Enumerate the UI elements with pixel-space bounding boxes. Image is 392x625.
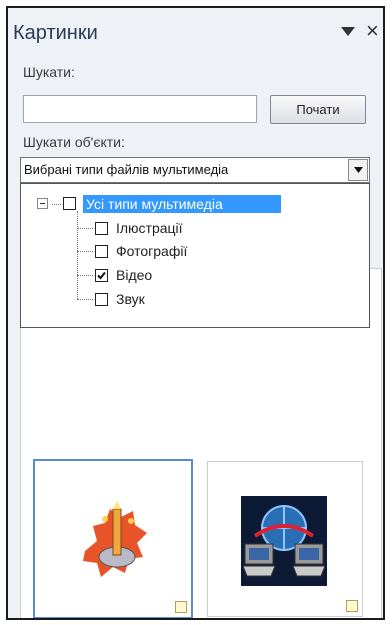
- tree-connector: [77, 211, 78, 299]
- chevron-down-icon: [354, 167, 363, 173]
- result-thumbnail[interactable]: [207, 461, 363, 617]
- tree-item-photos[interactable]: Фотографії: [116, 242, 187, 260]
- clipart-illustration-icon: [83, 501, 147, 577]
- chevron-down-icon[interactable]: [341, 24, 355, 42]
- tree-item-all-media[interactable]: Усі типи мультимедіа: [83, 195, 281, 213]
- checkbox-video[interactable]: [95, 269, 108, 282]
- search-input[interactable]: [23, 95, 257, 123]
- checkbox-illustrations[interactable]: [95, 222, 108, 235]
- collapse-icon[interactable]: [37, 198, 48, 209]
- tree-item-illustrations[interactable]: Ілюстрації: [116, 219, 183, 237]
- checkbox-all-media[interactable]: [63, 197, 76, 210]
- go-button[interactable]: Почати: [270, 95, 366, 124]
- tree-connector: [77, 275, 93, 276]
- tree-item-video[interactable]: Відео: [116, 266, 152, 284]
- tree-connector: [77, 299, 93, 300]
- check-icon: [97, 271, 106, 280]
- network-computers-icon: [241, 496, 327, 586]
- search-objects-label: Шукати об'єкти:: [23, 134, 125, 150]
- checkbox-sound[interactable]: [95, 293, 108, 306]
- checkbox-photos[interactable]: [95, 245, 108, 258]
- star-icon: [346, 600, 358, 612]
- search-label: Шукати:: [23, 64, 75, 80]
- pane-title: Картинки: [13, 22, 98, 44]
- result-thumbnail[interactable]: [33, 459, 193, 618]
- combo-dropdown-button[interactable]: [348, 159, 368, 181]
- tree-connector: [77, 251, 93, 252]
- media-type-dropdown: Усі типи мультимедіа Ілюстрації Фотограф…: [20, 183, 370, 328]
- combo-value: Вибрані типи файлів мультимедіа: [24, 162, 229, 177]
- close-icon[interactable]: ×: [366, 18, 379, 44]
- media-type-combo[interactable]: Вибрані типи файлів мультимедіа: [20, 157, 370, 183]
- tree-connector: [52, 204, 61, 205]
- clipart-task-pane: Картинки × Шукати: Почати Шукати об'єкти…: [6, 6, 385, 620]
- tree-item-sound[interactable]: Звук: [116, 290, 145, 308]
- tree-connector: [77, 228, 93, 229]
- star-icon: [175, 601, 187, 613]
